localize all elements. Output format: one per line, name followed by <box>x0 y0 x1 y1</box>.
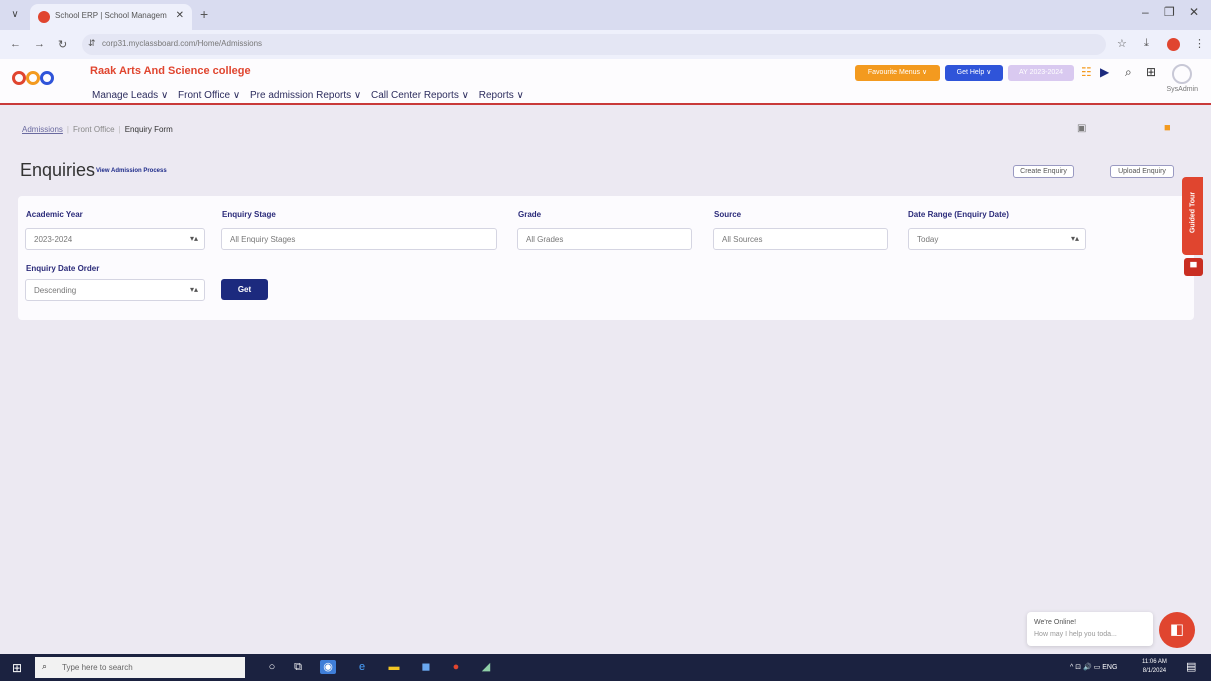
menu-manage-leads[interactable]: Manage Leads ∨ <box>92 90 168 101</box>
chat-launcher-icon[interactable]: ◧ <box>1159 612 1195 648</box>
myclassboard-logo-icon[interactable] <box>12 71 58 97</box>
upload-enquiry-button[interactable]: Upload Enquiry <box>1110 165 1174 178</box>
view-admission-process-link[interactable]: View Admission Process <box>96 168 167 174</box>
clock-date: 8/1/2024 <box>1142 668 1167 674</box>
grade-label: Grade <box>518 210 542 219</box>
reload-icon[interactable]: ↻ <box>58 38 67 51</box>
notification-icon[interactable]: ▤ <box>1186 660 1196 673</box>
minimize-icon[interactable]: – <box>1142 5 1149 19</box>
breadcrumb-enquiry-form: Enquiry Form <box>124 125 173 134</box>
enquiry-date-order-select[interactable]: Descending ▾▴ <box>25 279 205 301</box>
main-menu: Manage Leads ∨ Front Office ∨ Pre admiss… <box>92 90 531 101</box>
browser-tab[interactable]: School ERP | School Managem... ✕ <box>30 4 192 30</box>
enquiry-date-order-label: Enquiry Date Order <box>26 264 100 273</box>
close-window-icon[interactable]: ✕ <box>1189 5 1199 19</box>
favicon-icon <box>38 11 50 23</box>
browser-toolbar: ← → ↻ ⇵ corp31.myclassboard.com/Home/Adm… <box>0 30 1211 59</box>
video-camera-icon[interactable]: ■ <box>1164 122 1171 134</box>
create-enquiry-button[interactable]: Create Enquiry <box>1013 165 1074 178</box>
breadcrumb-front-office[interactable]: Front Office <box>73 125 115 134</box>
file-explorer-icon[interactable]: ▬ <box>386 660 402 674</box>
app-header: Raak Arts And Science college Manage Lea… <box>0 59 1211 105</box>
bookmark-page-icon[interactable]: ▣ <box>1077 123 1086 134</box>
tab-search-icon[interactable]: ∨ <box>6 6 24 24</box>
taskbar-clock[interactable]: 11:06 AM 8/1/2024 <box>1142 658 1167 676</box>
grade-select[interactable]: All Grades <box>517 228 692 250</box>
windows-start-icon[interactable]: ⊞ <box>12 661 22 675</box>
user-name: SysAdmin <box>1166 86 1198 93</box>
updown-arrow-icon: ▾▴ <box>189 234 198 243</box>
app-icon[interactable]: ◢ <box>478 660 494 674</box>
breadcrumb: Admissions | Front Office | Enquiry Form <box>22 125 173 134</box>
search-icon[interactable]: ⌕ <box>1125 65 1132 80</box>
chat-popup[interactable]: We're Online! How may I help you toda... <box>1027 612 1153 646</box>
guided-tour-label: Guided Tour <box>1189 191 1197 234</box>
restore-icon[interactable]: ❐ <box>1164 5 1175 19</box>
page-title: Enquiries <box>20 160 96 180</box>
menu-call-center-reports[interactable]: Call Center Reports ∨ <box>371 90 469 101</box>
clock-time: 11:06 AM <box>1142 659 1167 665</box>
chat-bubble-icon[interactable]: ▀ <box>1184 258 1203 276</box>
url-text: corp31.myclassboard.com/Home/Admissions <box>102 39 263 48</box>
address-bar[interactable]: ⇵ corp31.myclassboard.com/Home/Admission… <box>82 34 1106 55</box>
chat-status: We're Online! <box>1034 619 1077 626</box>
search-icon: ⌕ <box>42 661 48 671</box>
tab-title: School ERP | School Managem... <box>55 11 167 20</box>
store-icon[interactable]: ◼ <box>418 660 434 674</box>
source-select[interactable]: All Sources <box>713 228 888 250</box>
updown-arrow-icon: ▾▴ <box>1070 234 1079 243</box>
updown-arrow-icon: ▾▴ <box>189 285 198 294</box>
chrome-icon[interactable]: ◉ <box>320 660 336 674</box>
guided-tour-tab[interactable]: Guided Tour <box>1182 177 1203 255</box>
cortana-icon[interactable]: ○ <box>264 660 280 674</box>
date-range-label: Date Range (Enquiry Date) <box>908 210 1009 219</box>
new-tab-icon[interactable]: + <box>200 6 208 22</box>
academic-year-label: Academic Year <box>26 210 83 219</box>
bookmark-star-icon[interactable]: ☆ <box>1117 37 1127 50</box>
get-help-button[interactable]: Get Help ∨ <box>945 65 1003 81</box>
menu-reports[interactable]: Reports ∨ <box>479 90 524 101</box>
breadcrumb-bar: Admissions | Front Office | Enquiry Form ▣ ■ <box>0 115 1211 145</box>
chat-prompt: How may I help you toda... <box>1034 631 1117 638</box>
date-range-select[interactable]: Today ▾▴ <box>908 228 1086 250</box>
enquiry-stage-label: Enquiry Stage <box>222 210 276 219</box>
site-info-icon[interactable]: ⇵ <box>88 38 96 49</box>
source-label: Source <box>714 210 742 219</box>
office-icon[interactable]: ● <box>448 660 464 674</box>
breadcrumb-admissions[interactable]: Admissions <box>22 125 63 134</box>
browser-menu-icon[interactable]: ⋮ <box>1194 37 1205 50</box>
browser-tabstrip: ∨ School ERP | School Managem... ✕ + – ❐… <box>0 0 1211 30</box>
user-avatar[interactable] <box>1172 64 1192 84</box>
close-tab-icon[interactable]: ✕ <box>176 10 184 21</box>
edge-icon[interactable]: e <box>354 660 370 674</box>
menu-front-office[interactable]: Front Office ∨ <box>178 90 240 101</box>
forward-icon[interactable]: → <box>34 38 45 50</box>
college-name: Raak Arts And Science college <box>90 65 251 77</box>
get-button[interactable]: Get <box>221 279 268 300</box>
filter-card <box>18 196 1194 320</box>
enquiry-stage-select[interactable]: All Enquiry Stages <box>221 228 497 250</box>
academic-year-button[interactable]: AY 2023-2024 <box>1008 65 1074 81</box>
favourite-menus-button[interactable]: Favourite Menus ∨ <box>855 65 940 81</box>
people-icon[interactable]: ☷ <box>1081 65 1092 79</box>
task-view-icon[interactable]: ⧉ <box>290 660 306 674</box>
download-icon[interactable]: ⤓ <box>1144 37 1149 50</box>
apps-grid-icon[interactable]: ⊞ <box>1146 65 1156 79</box>
menu-pre-admission-reports[interactable]: Pre admission Reports ∨ <box>250 90 361 101</box>
back-icon[interactable]: ← <box>10 38 21 50</box>
profile-avatar-icon[interactable] <box>1167 38 1180 51</box>
system-tray[interactable]: ^ ⊡ 🔊 ▭ ENG <box>1070 663 1117 671</box>
taskbar-search-input[interactable]: ⌕ Type here to search <box>35 657 245 678</box>
video-icon[interactable]: ▶ <box>1100 65 1109 79</box>
academic-year-select[interactable]: 2023-2024 ▾▴ <box>25 228 205 250</box>
windows-taskbar: ⊞ ⌕ Type here to search ○ ⧉ ◉ e ▬ ◼ ● ◢ … <box>0 654 1211 681</box>
